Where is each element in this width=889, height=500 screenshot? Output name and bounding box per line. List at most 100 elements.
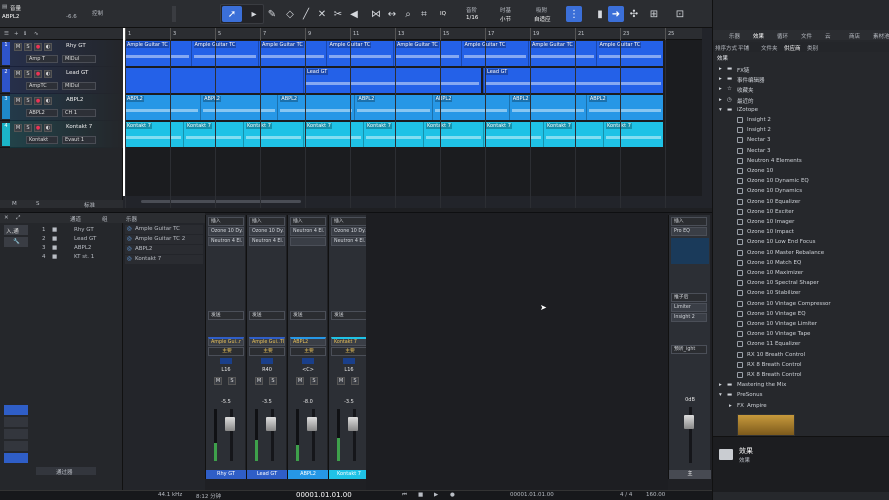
audio-clip[interactable]: ABPL2 [431, 95, 509, 120]
mute-tool-icon[interactable]: ✕ [314, 6, 330, 22]
audio-clip[interactable]: Kontakt 7 [123, 122, 183, 147]
timebase-value[interactable]: 小节 [500, 15, 511, 23]
mute-button[interactable]: M [14, 43, 22, 51]
browser-item[interactable]: RX 8 Breath Control [713, 360, 889, 370]
volume-value[interactable]: -5.5 [206, 399, 246, 405]
audio-clip[interactable]: Kontakt 7 [483, 122, 543, 147]
mixer-list-row[interactable]: 1 ■ Rhy GT [36, 226, 120, 234]
main-post-slot-1[interactable]: Limiter [671, 303, 707, 312]
timeline-scrollbar[interactable] [123, 196, 702, 208]
fader-cap[interactable] [225, 417, 235, 431]
track-header[interactable]: 3 M S ● ◐ ABPL2 ABPL2 CH 1 [0, 94, 123, 121]
track-name[interactable]: ABPL2 [66, 97, 83, 103]
expand-arrow-icon[interactable]: ▸ [719, 86, 722, 92]
main-fader-cap[interactable] [684, 415, 694, 429]
mute-button[interactable]: M [296, 377, 304, 385]
bend-tool-icon[interactable]: ⋈ [368, 6, 384, 22]
browser-item[interactable]: Ozone 10 Impact [713, 227, 889, 237]
solo-button[interactable]: S [310, 377, 318, 385]
pan-slider[interactable] [220, 358, 232, 364]
paint-tool-icon[interactable]: ╱ [298, 6, 314, 22]
automation-icon[interactable]: ∿ [34, 31, 39, 37]
eraser-tool-icon[interactable]: ◇ [282, 6, 298, 22]
view-button-2[interactable] [4, 417, 28, 427]
volume-value[interactable]: -3.5 [247, 399, 287, 405]
expand-arrow-icon[interactable]: ▸ [719, 382, 722, 388]
browser-item[interactable]: Ozone 10 Match EQ [713, 258, 889, 268]
browser-subtab[interactable]: 文件夹 [761, 44, 778, 52]
arrow-tool-icon[interactable]: ➚ [222, 6, 242, 22]
wrench-icon[interactable]: 🔧 [4, 237, 28, 247]
mute-button[interactable]: M [14, 70, 22, 78]
audio-clip[interactable]: Ample Guitar TC [393, 41, 461, 66]
audio-clip[interactable]: Kontakt 7 [543, 122, 603, 147]
mute-button[interactable]: M [14, 97, 22, 105]
main-route[interactable]: 预听_ight [671, 345, 707, 354]
audio-clip[interactable]: Kontakt 7 [303, 122, 363, 147]
channel-name[interactable]: Rhy GT [206, 470, 246, 479]
pencil-tool-icon[interactable]: ✎ [264, 6, 280, 22]
lead-gt-region[interactable] [123, 68, 303, 93]
mute-button[interactable]: M [255, 377, 263, 385]
audio-clip[interactable]: ABPL2 [585, 95, 663, 120]
audio-clip[interactable]: Ample Guitar TC [460, 41, 528, 66]
route-slot[interactable]: 主要 [290, 347, 326, 356]
browser-item[interactable]: Ozone 10 Maximizer [713, 268, 889, 278]
fader-cap[interactable] [307, 417, 317, 431]
inspector-icon[interactable]: ℹ [24, 31, 26, 37]
browser-item[interactable]: FX ▸ Ampire [713, 401, 889, 411]
instrument-row[interactable]: ◎ Kontakt 7 [125, 255, 203, 264]
route-slot[interactable]: 主要 [249, 347, 285, 356]
autoscroll-icon[interactable]: ▮ [592, 6, 608, 22]
channel-name[interactable]: Kontakt 7 [329, 470, 369, 479]
footer-solo[interactable]: S [36, 201, 40, 207]
grid-icon[interactable]: ⊞ [646, 6, 662, 22]
track-input-select[interactable]: Kontakt [26, 136, 58, 144]
insert-header[interactable]: 插入 [331, 217, 367, 226]
browser-item[interactable]: Ozone 10 Vintage EQ [713, 309, 889, 319]
pan-slider[interactable] [343, 358, 355, 364]
browser-item[interactable]: Ozone 10 Equalizer [713, 197, 889, 207]
list-footer[interactable]: 通过器 [36, 467, 96, 476]
browser-item[interactable]: Ozone 10 Vintage Limiter [713, 319, 889, 329]
playhead[interactable] [123, 28, 125, 196]
browser-subtab[interactable]: 平铺 [738, 44, 749, 52]
audio-clip[interactable]: Kontakt 7 [183, 122, 243, 147]
send-header[interactable]: 发送 [249, 311, 285, 320]
track-output-select[interactable]: Evaut 1 [62, 136, 96, 144]
solo-button[interactable]: S [228, 377, 236, 385]
channel-name[interactable]: ABPL2 [288, 470, 328, 479]
audio-clip[interactable]: Ample Guitar TC [123, 41, 191, 66]
audio-clip[interactable]: Kontakt 7 [423, 122, 483, 147]
vertical-scrollbar[interactable] [702, 28, 712, 208]
route-slot[interactable]: 主要 [331, 347, 367, 356]
pan-slider[interactable] [261, 358, 273, 364]
instrument-slot[interactable]: Kontakt 7 [331, 337, 367, 346]
audio-clip[interactable]: Ample Guitar TC [595, 41, 663, 66]
browser-item[interactable]: Ozone 10 [713, 166, 889, 176]
browser-item[interactable]: Ozone 10 Dynamic EQ [713, 176, 889, 186]
insert-header[interactable]: 插入 [208, 217, 244, 226]
insert-slot-1[interactable]: Ozone 10 Dy. [331, 227, 367, 236]
audio-clip[interactable]: ABPL2 [277, 95, 355, 120]
browser-item[interactable]: ▬ ▸ Mastering the Mix [713, 380, 889, 390]
mixer-list-row[interactable]: 2 ■ Lead GT [36, 235, 120, 243]
audio-clip[interactable]: Ample Guitar TC [258, 41, 326, 66]
channel-name[interactable]: Lead GT [247, 470, 287, 479]
browser-subtab[interactable]: 类别 [807, 44, 818, 52]
rewind-icon[interactable]: ⏮ [402, 492, 407, 499]
track-name[interactable]: Kontakt 7 [66, 124, 92, 130]
arrange-timeline[interactable]: 1 3 5 7 9 11 13 15 17 19 21 23 25 Ample Guitar TC Amp… [123, 28, 702, 208]
input-button[interactable]: 入,通 [4, 225, 28, 235]
audio-clip[interactable]: Lead GT [483, 68, 663, 93]
solo-button[interactable]: S [24, 70, 32, 78]
snap-grid-icon[interactable]: ⌗ [416, 6, 432, 22]
track-list-icon[interactable]: ☰ [4, 31, 9, 37]
solo-button[interactable]: S [24, 97, 32, 105]
browser-item[interactable]: Ozone 11 Equalizer [713, 339, 889, 349]
visible-toggle-icon[interactable]: ■ [52, 254, 57, 260]
browser-item[interactable]: Ozone 10 Low End Focus [713, 237, 889, 247]
browser-item[interactable]: RX 8 Breath Control [713, 370, 889, 380]
browser-item[interactable]: ▬ ▸ 事件编辑器 [713, 74, 889, 84]
insert-slot-1[interactable]: Ozone 10 Dy. [208, 227, 244, 236]
